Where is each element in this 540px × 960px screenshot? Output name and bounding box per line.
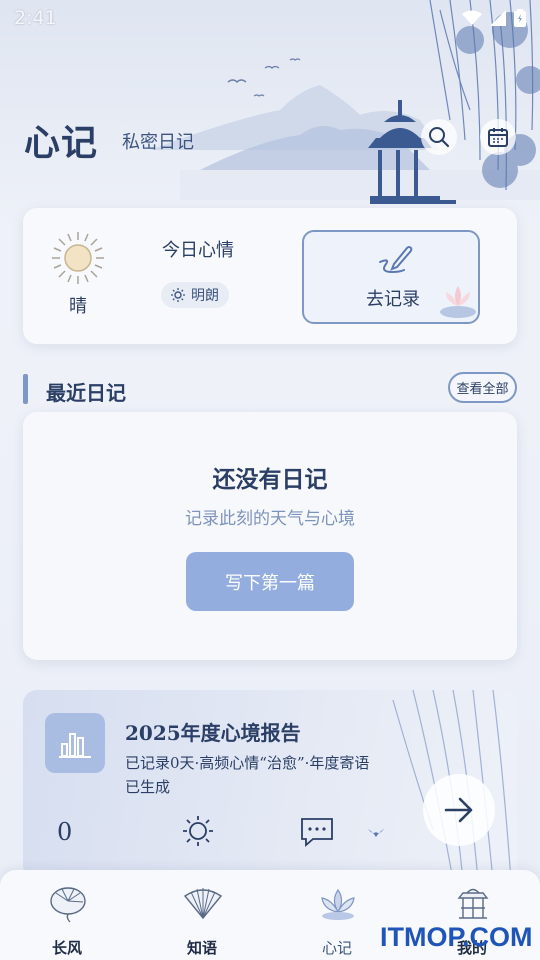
watermark-text: ITMOP.COM bbox=[380, 922, 533, 952]
lotus-flower-icon bbox=[321, 888, 355, 920]
sun-outline-icon bbox=[183, 816, 213, 846]
record-button[interactable]: 去记录 bbox=[302, 230, 480, 324]
nav-label: 知语 bbox=[186, 939, 217, 957]
wifi-icon bbox=[462, 10, 482, 25]
lotus-decoration-icon bbox=[440, 286, 476, 318]
report-chart-icon bbox=[45, 713, 105, 773]
view-all-button[interactable]: 查看全部 bbox=[448, 372, 517, 403]
pavilion-icon bbox=[457, 888, 489, 919]
empty-title: 还没有日记 bbox=[212, 466, 328, 493]
search-button[interactable] bbox=[421, 119, 457, 155]
mood-title: 今日心情 bbox=[162, 240, 234, 261]
nav-item-xinji[interactable]: 心记 bbox=[292, 870, 382, 960]
app-title: 心记 bbox=[24, 122, 99, 164]
section-title: 最近日记 bbox=[46, 381, 126, 405]
empty-diary-card: 还没有日记 记录此刻的天气与心境 写下第一篇 bbox=[23, 412, 517, 660]
empty-description: 记录此刻的天气与心境 bbox=[185, 509, 355, 529]
report-day-count: 0 bbox=[57, 818, 73, 846]
nav-item-changfeng[interactable]: 长风 bbox=[22, 870, 112, 960]
nav-item-zhiyu[interactable]: 知语 bbox=[157, 870, 247, 960]
calendar-icon bbox=[488, 128, 508, 147]
write-first-button[interactable]: 写下第一篇 bbox=[186, 552, 354, 611]
sun-weather-icon bbox=[52, 232, 104, 284]
mood-chip[interactable]: 明朗 bbox=[161, 282, 229, 308]
record-label: 去记录 bbox=[366, 289, 420, 310]
pen-scribble-icon bbox=[379, 246, 413, 274]
bird-icon bbox=[368, 829, 384, 837]
calendar-button[interactable] bbox=[480, 119, 516, 155]
app-subtitle: 私密日记 bbox=[122, 132, 194, 153]
folding-fan-icon bbox=[183, 888, 223, 920]
search-icon bbox=[429, 127, 450, 148]
report-title: 2025年度心境报告 bbox=[125, 721, 301, 745]
weather-label: 晴 bbox=[69, 296, 87, 317]
mood-value: 明朗 bbox=[191, 288, 219, 304]
lotus-leaf-icon bbox=[50, 887, 86, 923]
report-description: 已记录0天·高频心情“治愈”·年度寄语已生成 bbox=[125, 754, 370, 796]
report-open-button[interactable] bbox=[423, 774, 495, 846]
message-icon bbox=[301, 818, 333, 847]
status-time: 2:41 bbox=[14, 7, 57, 29]
nav-label: 长风 bbox=[51, 939, 82, 957]
battery-icon bbox=[514, 9, 526, 27]
signal-icon bbox=[490, 10, 506, 26]
annual-report-card[interactable]: 2025年度心境报告 已记录0天·高频心情“治愈”·年度寄语已生成 0 bbox=[23, 690, 517, 880]
arrow-right-icon bbox=[444, 797, 473, 823]
status-bar: 2:41 bbox=[0, 0, 540, 36]
section-accent-bar bbox=[23, 374, 28, 404]
sun-small-icon bbox=[171, 288, 185, 302]
nav-label: 心记 bbox=[321, 939, 352, 957]
